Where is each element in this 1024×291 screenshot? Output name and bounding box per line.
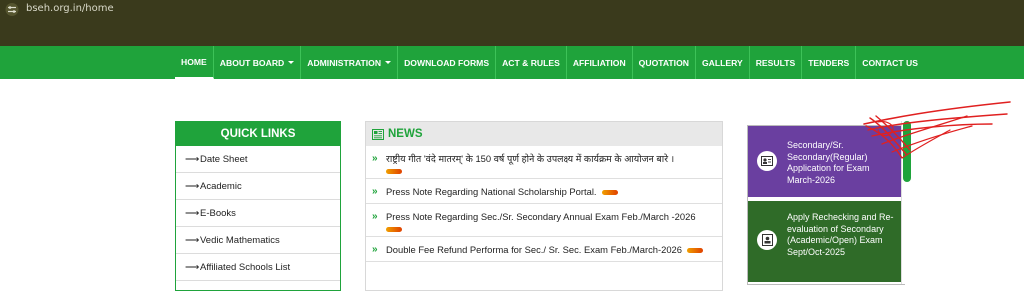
nav-item-contact-us[interactable]: CONTACT US bbox=[856, 46, 924, 79]
news-item-text: Press Note Regarding National Scholarshi… bbox=[386, 186, 597, 197]
chevron-right-icon: » bbox=[372, 153, 378, 164]
nav-item-label: ACT & RULES bbox=[502, 57, 560, 68]
document-user-icon bbox=[757, 230, 777, 250]
nav-item-results[interactable]: RESULTS bbox=[750, 46, 803, 79]
nav-item-quotation[interactable]: QUOTATION bbox=[633, 46, 696, 79]
news-item[interactable]: » Double Fee Refund Performa for Sec./ S… bbox=[366, 237, 722, 262]
nav-item-tenders[interactable]: TENDERS bbox=[802, 46, 857, 79]
quick-links-title: QUICK LINKS bbox=[176, 122, 340, 146]
caret-down-icon bbox=[385, 61, 392, 64]
quick-link-vedic-mathematics[interactable]: ⟶ Vedic Mathematics bbox=[176, 227, 340, 254]
news-item[interactable]: » Press Note Regarding Sec./Sr. Secondar… bbox=[366, 204, 722, 237]
nav-item-act-rules[interactable]: ACT & RULES bbox=[496, 46, 567, 79]
chevron-right-icon: » bbox=[372, 211, 378, 222]
quick-link-e-books[interactable]: ⟶ E-Books bbox=[176, 200, 340, 227]
nav-item-label: ABOUT BOARD bbox=[219, 57, 285, 68]
nav-item-administration[interactable]: ADMINISTRATION bbox=[301, 46, 399, 79]
nav-item-label: QUOTATION bbox=[638, 57, 689, 68]
arrow-right-icon: ⟶ bbox=[185, 207, 200, 219]
id-card-icon bbox=[757, 151, 777, 171]
nav-item-affiliation[interactable]: AFFILIATION bbox=[567, 46, 633, 79]
important-links-panel: Secondary/Sr. Secondary(Regular) Applica… bbox=[747, 125, 905, 285]
nav-item-label: TENDERS bbox=[808, 57, 850, 68]
news-title: NEWS bbox=[388, 128, 423, 140]
browser-address-bar[interactable]: bseh.org.in/home bbox=[0, 0, 1024, 19]
panel-scrollbar-thumb[interactable] bbox=[903, 121, 911, 182]
header-strip bbox=[0, 19, 1024, 46]
news-panel: NEWS » राष्ट्रीय गीत 'वंदे मातरम्' के 15… bbox=[365, 121, 723, 291]
main-navbar: HOME ABOUT BOARD ADMINISTRATION DOWNLOAD… bbox=[0, 46, 1024, 79]
nav-item-label: DOWNLOAD FORMS bbox=[404, 57, 490, 68]
nav-item-label: RESULTS bbox=[755, 57, 796, 68]
new-badge-icon bbox=[686, 248, 703, 254]
quick-link-label: Academic bbox=[200, 180, 242, 192]
card-text: Secondary/Sr. Secondary(Regular) Applica… bbox=[787, 140, 870, 185]
quick-link-label: Date Sheet bbox=[200, 153, 248, 165]
news-item[interactable]: » राष्ट्रीय गीत 'वंदे मातरम्' के 150 वर्… bbox=[366, 146, 722, 179]
news-item-text: Press Note Regarding Sec./Sr. Secondary … bbox=[386, 211, 696, 222]
quick-link-affiliated-schools[interactable]: ⟶ Affiliated Schools List bbox=[176, 254, 340, 281]
new-badge-icon bbox=[601, 190, 618, 196]
nav-item-label: ADMINISTRATION bbox=[307, 57, 382, 68]
arrow-right-icon: ⟶ bbox=[185, 153, 200, 165]
nav-item-label: AFFILIATION bbox=[572, 57, 626, 68]
new-badge-icon bbox=[386, 227, 402, 232]
card-text: Apply Rechecking and Re-evaluation of Se… bbox=[787, 212, 894, 257]
nav-item-label: GALLERY bbox=[701, 57, 743, 68]
quick-link-label: Affiliated Schools List bbox=[200, 261, 291, 273]
nav-item-gallery[interactable]: GALLERY bbox=[696, 46, 750, 79]
news-item-text: राष्ट्रीय गीत 'वंदे मातरम्' के 150 वर्ष … bbox=[386, 153, 675, 164]
nav-item-home[interactable]: HOME bbox=[175, 46, 214, 79]
caret-down-icon bbox=[288, 61, 295, 64]
nav-item-label: HOME bbox=[181, 56, 207, 67]
site-settings-icon[interactable] bbox=[5, 3, 19, 16]
nav-item-about-board[interactable]: ABOUT BOARD bbox=[214, 46, 302, 79]
url-text[interactable]: bseh.org.in/home bbox=[26, 3, 114, 14]
chevron-right-icon: » bbox=[372, 244, 378, 255]
arrow-right-icon: ⟶ bbox=[185, 234, 200, 246]
quick-link-academic[interactable]: ⟶ Academic bbox=[176, 173, 340, 200]
chevron-right-icon: » bbox=[372, 186, 378, 197]
news-item-text: Double Fee Refund Performa for Sec./ Sr.… bbox=[386, 244, 682, 255]
news-header: NEWS bbox=[366, 122, 722, 146]
news-item[interactable]: » Press Note Regarding National Scholars… bbox=[366, 179, 722, 204]
rechecking-card[interactable]: Apply Rechecking and Re-evaluation of Se… bbox=[748, 201, 904, 282]
newspaper-icon bbox=[372, 128, 384, 140]
nav-item-download-forms[interactable]: DOWNLOAD FORMS bbox=[398, 46, 497, 79]
quick-links-panel: QUICK LINKS ⟶ Date Sheet ⟶ Academic ⟶ E-Boo… bbox=[175, 121, 341, 291]
quick-link-label: Vedic Mathematics bbox=[200, 234, 280, 246]
exam-application-card[interactable]: Secondary/Sr. Secondary(Regular) Applica… bbox=[748, 126, 904, 197]
new-badge-icon bbox=[386, 169, 402, 174]
nav-menu: HOME ABOUT BOARD ADMINISTRATION DOWNLOAD… bbox=[175, 46, 924, 79]
arrow-right-icon: ⟶ bbox=[185, 180, 200, 192]
quick-link-label: E-Books bbox=[200, 207, 236, 219]
quick-link-date-sheet[interactable]: ⟶ Date Sheet bbox=[176, 146, 340, 173]
nav-item-label: CONTACT US bbox=[862, 57, 918, 68]
arrow-right-icon: ⟶ bbox=[185, 261, 200, 273]
